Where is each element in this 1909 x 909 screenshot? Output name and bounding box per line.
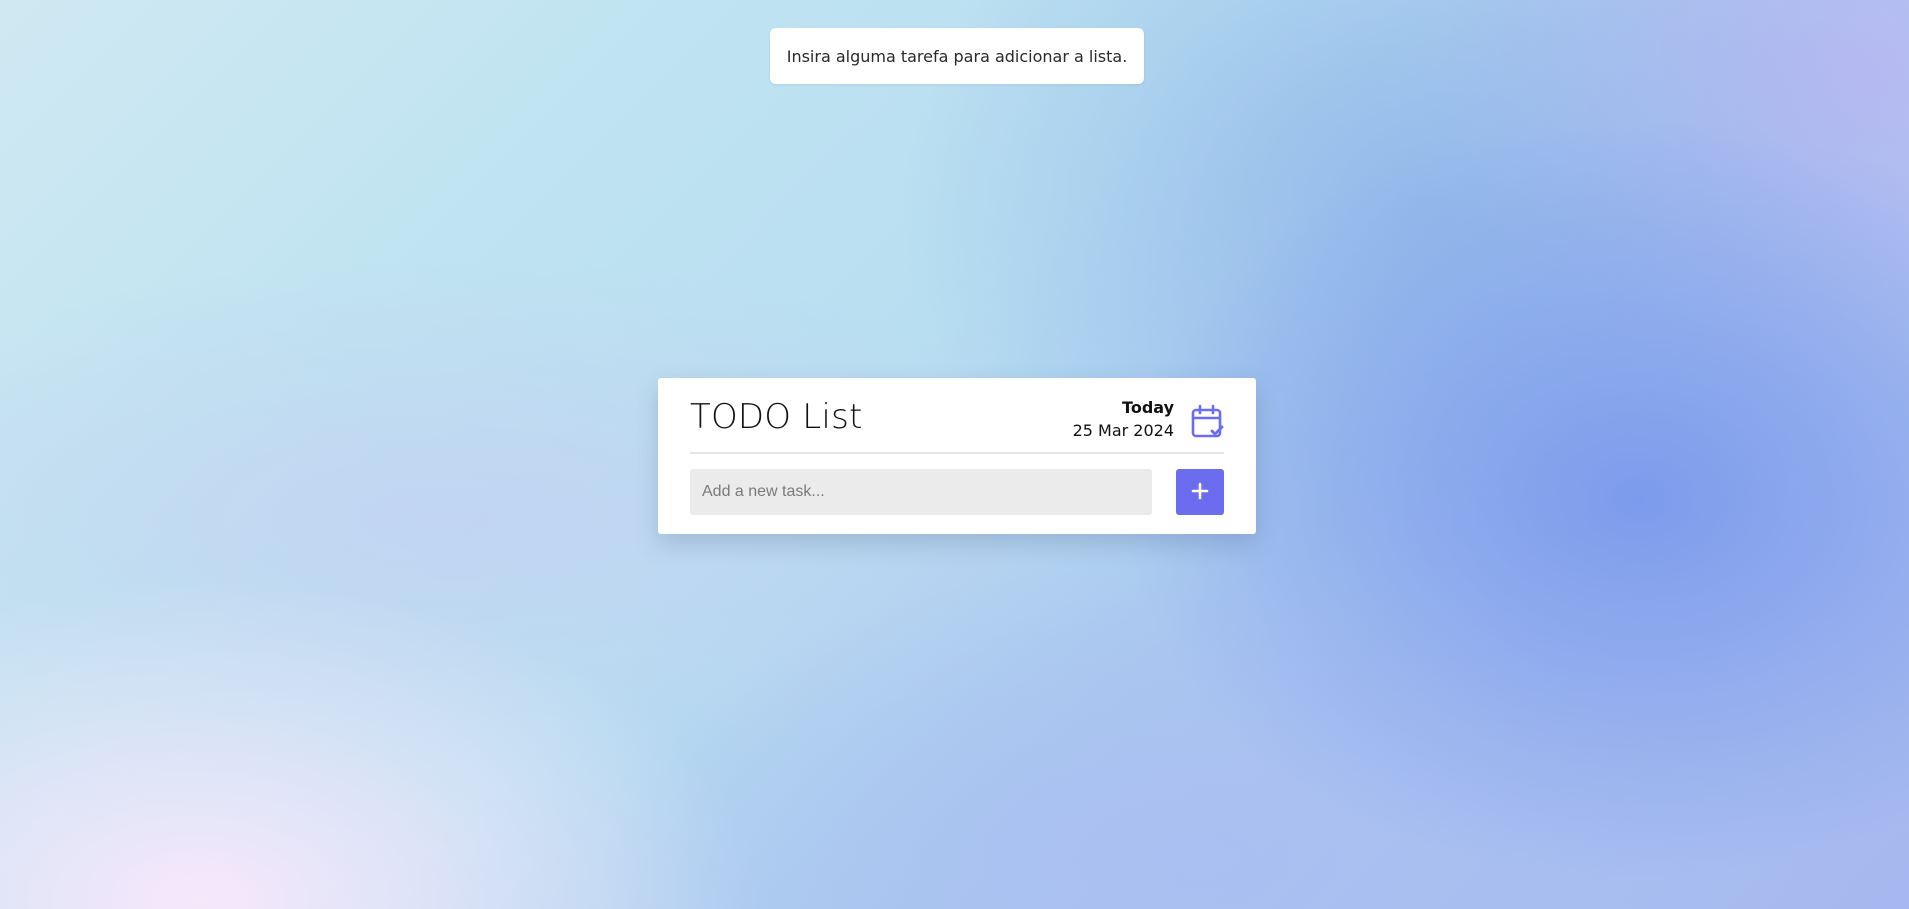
plus-icon [1191,482,1209,503]
toast-notification: Insira alguma tarefa para adicionar a li… [770,28,1144,84]
calendar-check-icon [1190,404,1224,440]
toast-message: Insira alguma tarefa para adicionar a li… [786,46,1128,66]
card-header: TODO List Today 25 Mar 2024 [690,378,1224,454]
todo-card: TODO List Today 25 Mar 2024 [658,378,1256,534]
date-display: Today 25 Mar 2024 [1073,397,1174,443]
card-title: TODO List [690,397,863,437]
date-label: Today [1122,398,1174,417]
add-task-button[interactable] [1176,469,1224,515]
date-value: 25 Mar 2024 [1072,421,1174,440]
new-task-input[interactable] [690,469,1152,515]
